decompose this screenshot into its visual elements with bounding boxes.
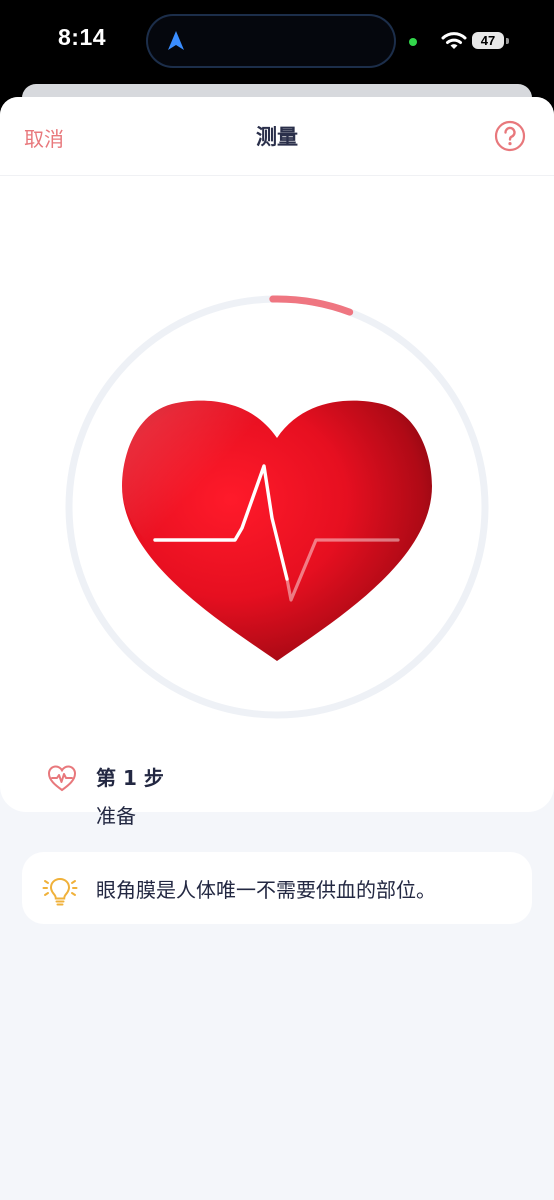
page-title: 测量 [256,125,298,149]
navigation-arrow-icon [168,31,184,50]
nav-bar: 取消 测量 [0,97,554,176]
battery-icon: 47 [472,30,510,52]
step-title: 第 1 步 [96,766,164,790]
status-time: 8:14 [58,24,107,50]
measurement-card: 第 1 步 准备 [0,176,554,828]
dynamic-island [146,14,396,68]
lightbulb-icon [42,877,78,906]
progress-arc [269,295,354,316]
measurement-sheet: 取消 测量 第 1 步 准备 眼角膜是人体唯一不需要供血的部位。 [0,97,554,1200]
tip-text: 眼角膜是人体唯一不需要供血的部位。 [96,878,436,902]
camera-indicator-dot [409,38,417,46]
battery-tip [506,38,509,44]
tip-card: 眼角膜是人体唯一不需要供血的部位。 [22,852,532,924]
step-status: 准备 [96,804,136,828]
battery-level: 47 [472,32,504,49]
heart-ecg-icon [122,400,432,661]
question-circle-icon[interactable] [494,120,526,152]
heart-pulse-icon [47,765,77,792]
status-bar: 8:14 47 [0,0,554,84]
wifi-icon [441,32,467,49]
measurement-gauge [65,295,489,719]
